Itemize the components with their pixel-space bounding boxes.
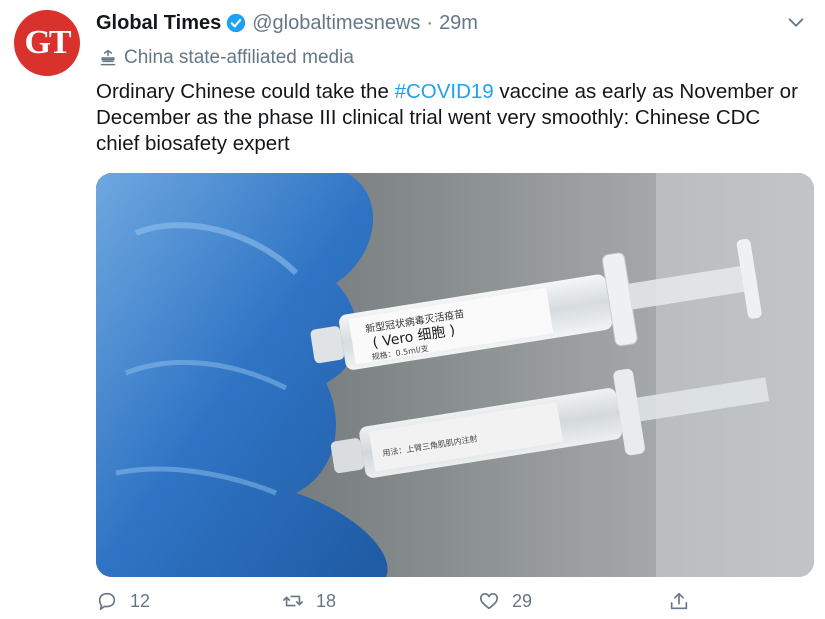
header-separator: · (426, 11, 434, 34)
avatar-logo-text: GT (24, 24, 71, 61)
reply-count: 12 (130, 590, 151, 611)
share-icon (670, 592, 688, 610)
tweet-text-start: Ordinary Chinese could take the (96, 80, 395, 103)
share-button[interactable] (668, 590, 702, 612)
hashtag-link[interactable]: #COVID19 (395, 80, 494, 103)
vaccine-syringes-photo: 新型冠状病毒灭活疫苗 ( Vero 细胞 ) 规格：0.5ml/支 用法：上臂三… (96, 173, 814, 577)
tweet-actions: 12 18 29 (96, 590, 696, 618)
chevron-down-icon[interactable] (785, 12, 807, 34)
tweet-media-photo[interactable]: 新型冠状病毒灭活疫苗 ( Vero 细胞 ) 规格：0.5ml/支 用法：上臂三… (96, 173, 814, 577)
tweet-avatar[interactable]: GT (14, 10, 80, 76)
state-media-icon (100, 49, 116, 66)
like-button[interactable]: 29 (478, 590, 532, 612)
retweet-icon (283, 595, 303, 607)
retweet-button[interactable]: 18 (282, 590, 336, 612)
like-count: 29 (512, 590, 533, 611)
state-media-label[interactable]: China state-affiliated media (98, 46, 354, 70)
affiliation-text: China state-affiliated media (124, 47, 354, 68)
verified-badge-icon (227, 13, 246, 33)
reply-button[interactable]: 12 (96, 590, 150, 612)
like-icon (479, 593, 499, 610)
retweet-count: 18 (316, 590, 337, 611)
author-name[interactable]: Global Times (96, 12, 221, 35)
tweet-header: Global Times @globaltimesnews · 29m (96, 10, 478, 36)
tweet-timestamp[interactable]: 29m (439, 12, 478, 35)
author-handle[interactable]: @globaltimesnews (252, 12, 420, 35)
tweet-text: Ordinary Chinese could take the #COVID19… (96, 79, 808, 157)
reply-icon (98, 592, 116, 611)
